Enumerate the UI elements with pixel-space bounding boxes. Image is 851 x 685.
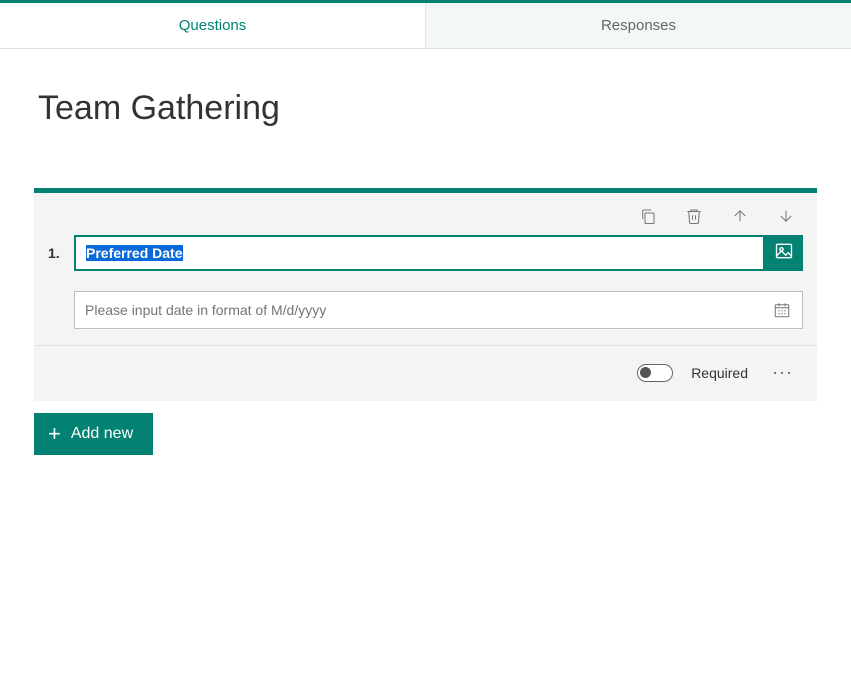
question-number: 1. — [48, 235, 66, 261]
more-options-icon[interactable]: ··· — [766, 362, 799, 383]
toggle-knob — [640, 367, 651, 378]
required-toggle[interactable] — [637, 364, 673, 382]
question-card: 1. Preferred Date — [34, 188, 817, 401]
question-footer: Required ··· — [34, 346, 817, 401]
tab-questions[interactable]: Questions — [0, 3, 426, 48]
add-new-button[interactable]: + Add new — [34, 413, 153, 455]
copy-icon[interactable] — [639, 207, 657, 225]
question-fields: Preferred Date — [74, 235, 803, 329]
question-title-input[interactable]: Preferred Date — [74, 235, 765, 271]
required-label: Required — [691, 365, 748, 381]
question-body: 1. Preferred Date — [34, 233, 817, 346]
image-icon — [774, 241, 794, 266]
form-title[interactable]: Team Gathering — [34, 89, 817, 128]
tab-responses[interactable]: Responses — [426, 3, 851, 48]
date-input[interactable] — [75, 292, 762, 328]
move-up-icon[interactable] — [731, 207, 749, 225]
tab-bar: Questions Responses — [0, 0, 851, 49]
date-input-row — [74, 291, 803, 329]
question-toolbar — [34, 193, 817, 233]
delete-icon[interactable] — [685, 207, 703, 225]
question-title-row: Preferred Date — [74, 235, 803, 271]
plus-icon: + — [48, 423, 61, 445]
add-new-label: Add new — [71, 425, 133, 443]
content-area: Team Gathering 1. Preferred Date — [0, 49, 851, 475]
calendar-icon[interactable] — [762, 292, 802, 328]
insert-media-button[interactable] — [765, 235, 803, 271]
move-down-icon[interactable] — [777, 207, 795, 225]
